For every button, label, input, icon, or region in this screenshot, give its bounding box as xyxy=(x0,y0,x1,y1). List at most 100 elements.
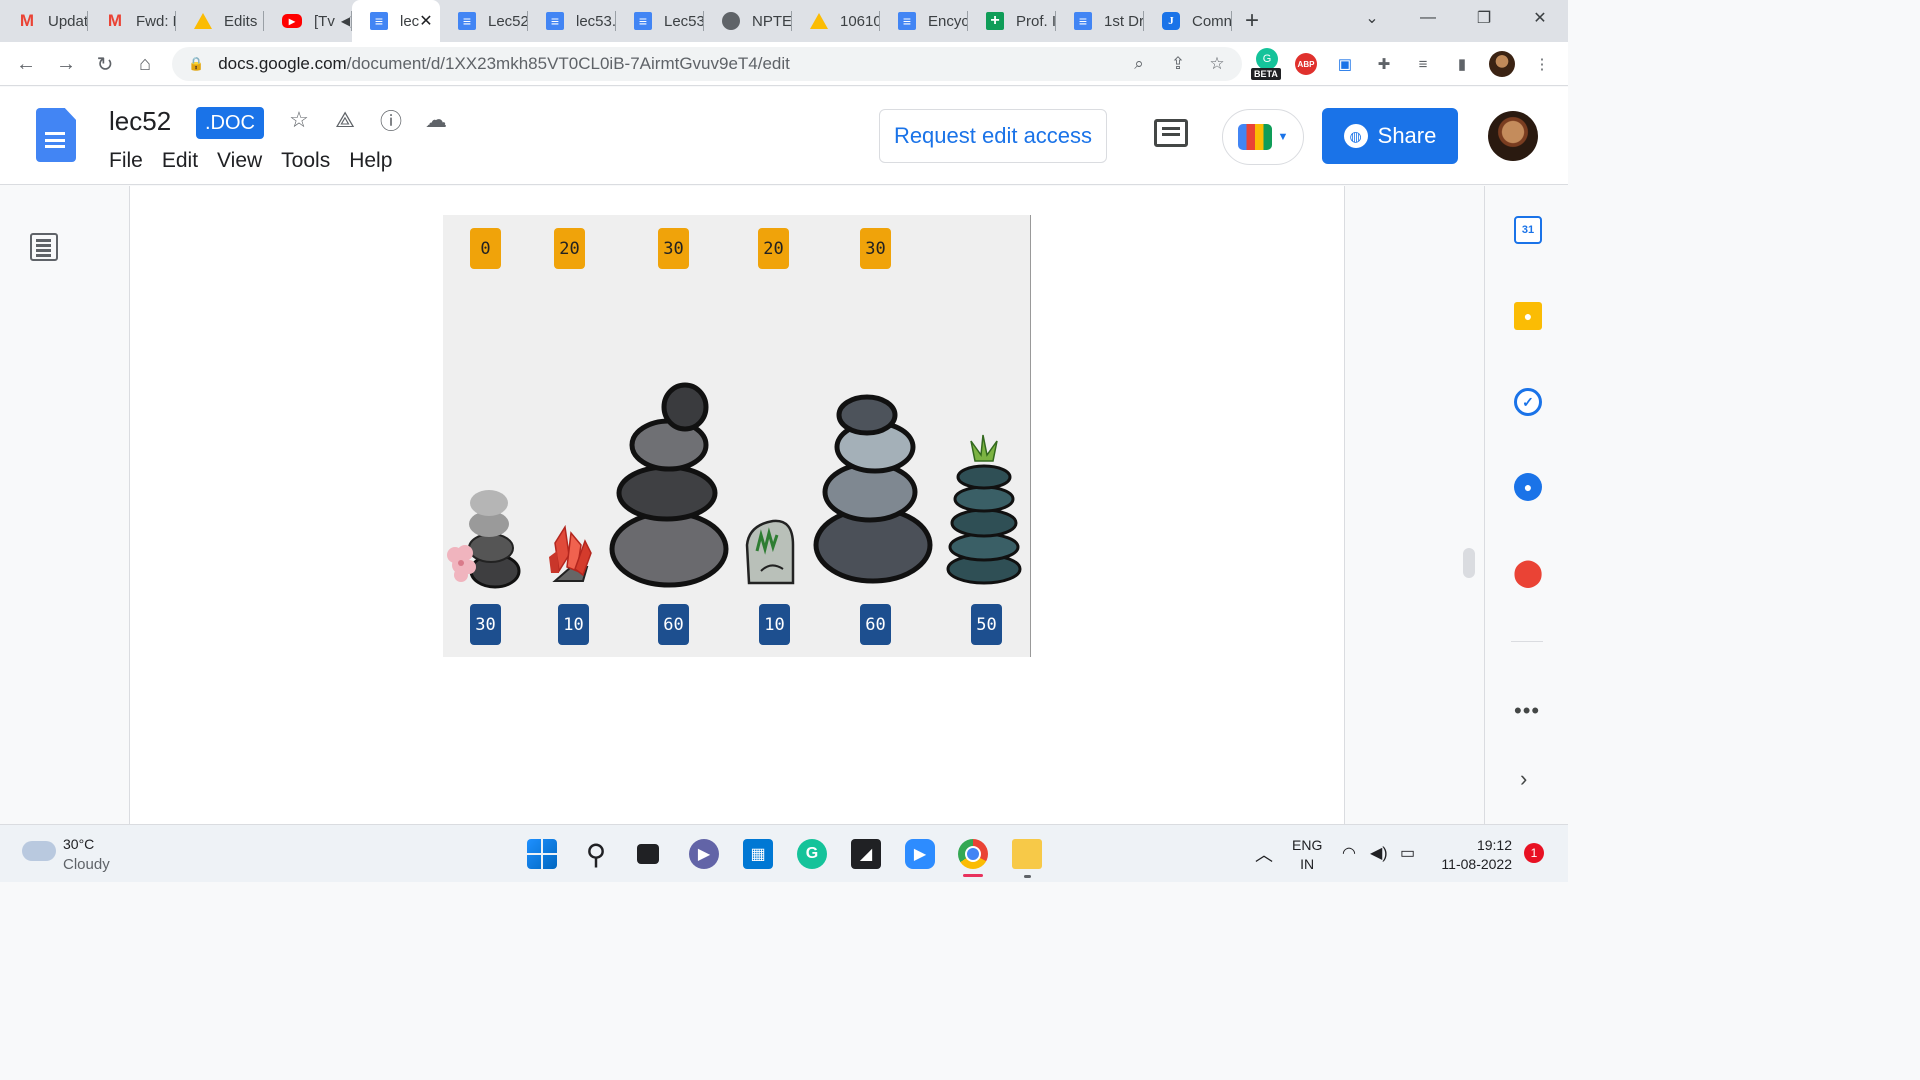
restore-button[interactable]: ❐ xyxy=(1456,0,1512,36)
comments-icon[interactable] xyxy=(1154,119,1188,147)
more-icon[interactable]: ••• xyxy=(1514,698,1540,724)
profile-avatar[interactable] xyxy=(1489,51,1515,77)
browser-tab[interactable]: [Tv◀) xyxy=(264,0,352,42)
chevron-up-icon[interactable]: ︿ xyxy=(1255,841,1273,867)
top-score-tag: 20 xyxy=(554,228,585,269)
calendar-icon[interactable]: 31 xyxy=(1514,216,1542,244)
share-page-icon[interactable]: ⇪ xyxy=(1163,47,1193,81)
docs-icon xyxy=(458,12,476,30)
red-crystal xyxy=(549,524,592,582)
vertical-scrollbar[interactable] xyxy=(1463,548,1475,578)
share-button[interactable]: ◍ Share xyxy=(1322,108,1458,164)
minimize-button[interactable]: — xyxy=(1400,0,1456,36)
weather-description[interactable]: Cloudy xyxy=(63,856,110,873)
clock[interactable]: 19:12 11-08-2022 xyxy=(1438,836,1512,874)
zoom-icon[interactable]: ▶ xyxy=(905,839,935,869)
media-control-icon[interactable]: ≡ xyxy=(1409,50,1437,78)
document-title[interactable]: lec52 xyxy=(109,106,171,137)
info-icon[interactable]: ⓘ xyxy=(376,105,406,135)
youtube-icon xyxy=(282,14,302,28)
file-type-badge: .DOC xyxy=(196,107,264,139)
keep-icon[interactable]: ● xyxy=(1514,302,1542,330)
reload-button[interactable]: ↻ xyxy=(91,50,119,78)
request-edit-access-button[interactable]: Request edit access xyxy=(879,109,1107,163)
lock-icon: 🔒 xyxy=(188,56,205,71)
menu-edit[interactable]: Edit xyxy=(162,149,198,173)
browser-tab[interactable]: Encyc xyxy=(880,0,968,42)
bottom-score-tag: 60 xyxy=(860,604,891,645)
chevron-right-icon[interactable]: › xyxy=(1520,766,1527,792)
close-window-button[interactable]: ✕ xyxy=(1512,0,1568,36)
meet-button[interactable]: ▼ xyxy=(1222,109,1304,165)
docs-logo-icon[interactable] xyxy=(36,108,76,162)
url-text[interactable]: docs.google.com/document/d/1XX23mkh85VT0… xyxy=(218,54,790,74)
zoom-icon[interactable]: ⌕ xyxy=(1124,47,1154,81)
browser-tab[interactable]: M Updat xyxy=(0,0,88,42)
menu-tools[interactable]: Tools xyxy=(281,149,330,173)
open-app-indicator xyxy=(1024,875,1031,878)
browser-tab[interactable]: J Comn xyxy=(1144,0,1232,42)
browser-tab[interactable]: Lec53 xyxy=(616,0,704,42)
menu-file[interactable]: File xyxy=(109,149,143,173)
forward-button[interactable]: → xyxy=(52,50,80,78)
grammarly-extension-icon[interactable]: G xyxy=(1256,48,1278,70)
chrome-icon[interactable] xyxy=(958,839,988,869)
weather-temperature[interactable]: 30°C xyxy=(63,836,94,852)
account-avatar[interactable] xyxy=(1488,111,1538,161)
document-outline-icon[interactable] xyxy=(30,233,58,261)
side-panel-icon[interactable]: ▮ xyxy=(1448,50,1476,78)
address-bar[interactable]: 🔒 docs.google.com/document/d/1XX23mkh85V… xyxy=(172,47,1242,81)
search-icon[interactable]: ⚲ xyxy=(581,839,611,870)
back-button[interactable]: ← xyxy=(12,50,40,78)
maps-pin-icon[interactable]: ⬤ xyxy=(1513,557,1542,587)
docs-icon xyxy=(634,12,652,30)
windows-start-icon[interactable] xyxy=(527,839,557,869)
new-tab-button[interactable]: + xyxy=(1232,7,1272,35)
browser-tab[interactable]: 1st Dr xyxy=(1056,0,1144,42)
volume-icon[interactable]: ◀) xyxy=(1370,843,1388,863)
menu-help[interactable]: Help xyxy=(349,149,392,173)
contacts-icon[interactable]: ● xyxy=(1514,473,1542,501)
chevron-down-icon: ▼ xyxy=(1277,131,1289,143)
mossy-stone xyxy=(745,519,795,585)
task-view-icon[interactable] xyxy=(637,844,659,864)
browser-tab[interactable]: Lec52 xyxy=(440,0,528,42)
star-icon[interactable]: ☆ xyxy=(284,105,314,135)
browser-tab[interactable]: lec53. xyxy=(528,0,616,42)
rock-stack-5 xyxy=(813,394,933,584)
docs-icon xyxy=(1074,12,1092,30)
adblock-extension-icon[interactable]: ABP xyxy=(1295,53,1317,75)
globe-icon xyxy=(722,12,740,30)
cloud-status-icon[interactable]: ☁ xyxy=(421,105,451,135)
browser-tab[interactable]: Prof. I xyxy=(968,0,1056,42)
meet-camera-icon xyxy=(1237,124,1272,150)
home-button[interactable]: ⌂ xyxy=(131,50,159,78)
notification-badge[interactable]: 1 xyxy=(1524,843,1544,863)
close-tab-icon[interactable]: ✕ xyxy=(419,11,432,31)
browser-tab-active[interactable]: lec✕ xyxy=(352,0,440,42)
browser-tab[interactable]: Edits xyxy=(176,0,264,42)
tasks-icon[interactable]: ✓ xyxy=(1514,388,1542,416)
wifi-icon[interactable]: ◠ xyxy=(1342,843,1356,863)
screen-record-extension-icon[interactable]: ▣ xyxy=(1331,50,1359,78)
grammarly-icon[interactable]: G xyxy=(797,839,827,869)
move-to-drive-icon[interactable]: ⟁ xyxy=(330,105,360,135)
globe-icon: ◍ xyxy=(1343,124,1368,148)
menu-view[interactable]: View xyxy=(217,149,262,173)
file-explorer-icon[interactable] xyxy=(1012,839,1042,869)
extensions-puzzle-icon[interactable]: ✚ xyxy=(1370,50,1398,78)
browser-menu-icon[interactable]: ⋮ xyxy=(1528,50,1556,78)
embedded-image: 0 20 30 20 30 30 10 60 10 60 50 xyxy=(443,215,1031,657)
cloud-icon[interactable] xyxy=(22,841,56,861)
browser-tab[interactable]: 10610 xyxy=(792,0,880,42)
bookmark-star-icon[interactable]: ☆ xyxy=(1202,47,1232,81)
store-icon[interactable]: ▦ xyxy=(743,839,773,869)
teams-chat-icon[interactable]: ▶ xyxy=(689,839,719,869)
browser-tab[interactable]: NPTEl xyxy=(704,0,792,42)
sticky-notes-icon[interactable]: ◢ xyxy=(851,839,881,869)
browser-tab[interactable]: MFwd: F xyxy=(88,0,176,42)
input-language[interactable]: ENG IN xyxy=(1292,836,1322,874)
battery-icon[interactable]: ▭ xyxy=(1400,843,1415,863)
tab-search-icon[interactable]: ⌄ xyxy=(1344,0,1400,36)
rock-stacks-illustration xyxy=(447,382,1022,589)
